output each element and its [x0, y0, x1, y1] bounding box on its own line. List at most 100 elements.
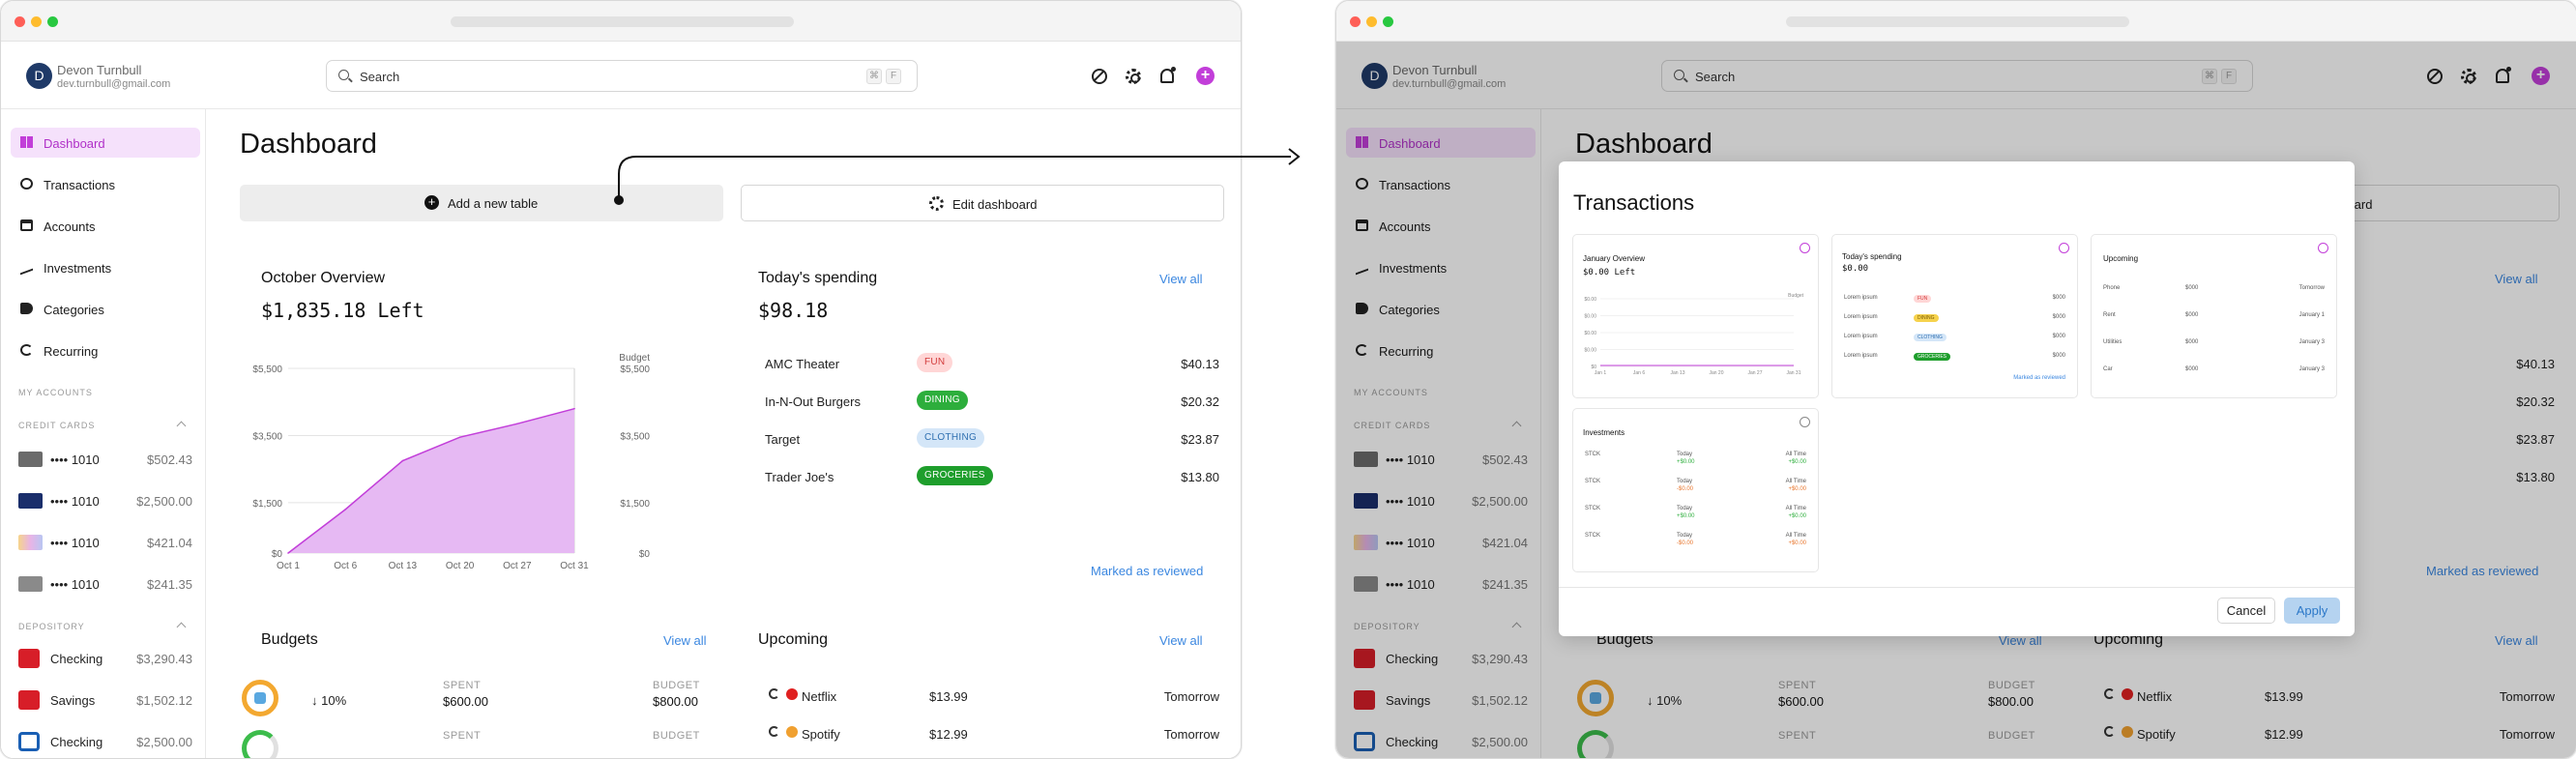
spending-row[interactable]: Trader Joe's GROCERIES $13.80	[765, 466, 1219, 487]
investments-table-option[interactable]: Investments STCK Today +$0.00 All Time +$0.0…	[1572, 408, 1819, 572]
sidebar-item-recurring[interactable]: Recurring	[11, 336, 200, 365]
credit-card-row[interactable]: •••• 1010 $421.04	[18, 532, 192, 553]
budget-row[interactable]: SPENT BUDGET	[242, 730, 699, 758]
option-title: Investments	[1583, 428, 1625, 437]
merchant-name: In-N-Out Burgers	[765, 394, 861, 409]
address-bar[interactable]	[1786, 16, 2129, 27]
upcoming-table-option[interactable]: Upcoming Phone $000 Tomorrow Rent $000 Janua…	[2091, 234, 2337, 398]
selected-check-icon[interactable]	[2059, 243, 2069, 253]
upcoming-title: Upcoming	[758, 631, 829, 648]
upcoming-view-all-link[interactable]: View all	[1159, 633, 1203, 648]
search-input[interactable]: Search ⌘ F	[326, 60, 918, 92]
user-name: Devon Turnbull	[57, 63, 142, 77]
budgets-view-all-link[interactable]: View all	[663, 633, 707, 648]
upcoming-row[interactable]: Netflix $13.99 Tomorrow	[765, 686, 1219, 707]
credit-card-row[interactable]: •••• 1010 $241.35	[18, 573, 192, 595]
deposit-account-row[interactable]: Checking $3,290.43	[18, 648, 192, 669]
card-thumbnail	[18, 576, 43, 592]
page-title: Dashboard	[240, 129, 377, 160]
mini-badge: GROCERIES	[1914, 353, 1951, 361]
sidebar-item-label: Transactions	[44, 178, 115, 192]
minimize-window-button[interactable]	[1366, 16, 1377, 27]
close-window-button[interactable]	[1350, 16, 1361, 27]
budget-label: BUDGET	[653, 730, 700, 742]
deposit-account-row[interactable]: Savings $1,502.12	[18, 689, 192, 711]
credit-card-row[interactable]: •••• 1010 $502.43	[18, 449, 192, 470]
data-point	[344, 509, 346, 511]
spending-title: Today's spending	[758, 270, 878, 286]
overview-table-option[interactable]: January Overview $0.00 Left $0.00 $0.00 $0…	[1572, 234, 1819, 398]
notifications-bell-icon[interactable]	[1160, 67, 1176, 83]
maximize-window-button[interactable]	[1383, 16, 1393, 27]
mini-alltime-value: +$0.00	[1788, 486, 1806, 492]
spending-row[interactable]: AMC Theater FUN $40.13	[765, 353, 1219, 374]
basketball-icon[interactable]	[1092, 69, 1107, 84]
apply-button[interactable]: Apply	[2284, 598, 2340, 624]
sidebar-item-transactions[interactable]: Transactions	[11, 169, 200, 199]
address-bar[interactable]	[451, 16, 794, 27]
mini-date: January 1	[2298, 312, 2325, 318]
cancel-button[interactable]: Cancel	[2217, 598, 2275, 624]
add-plus-icon[interactable]: +	[1196, 67, 1215, 85]
selected-check-icon[interactable]	[2318, 243, 2328, 253]
netflix-logo-icon	[786, 688, 798, 700]
spending-row[interactable]: In-N-Out Burgers DINING $20.32	[765, 391, 1219, 412]
category-badge[interactable]: FUN	[917, 353, 953, 372]
sidebar-item-accounts[interactable]: Accounts	[11, 211, 200, 241]
selected-check-icon[interactable]	[1800, 243, 1810, 253]
budget-row[interactable]: ↓ 10% SPENT $600.00 BUDGET $800.00	[242, 680, 699, 718]
edit-dashboard-button[interactable]: Edit dashboard	[741, 185, 1224, 221]
avatar[interactable]: D	[26, 63, 52, 89]
mini-amount: $000	[2185, 285, 2199, 291]
card-name: •••• 1010	[50, 577, 100, 592]
spending-table-option[interactable]: Today's spending $0.00 Lorem ipsum FUN $00…	[1831, 234, 2078, 398]
mini-today-value: +$0.00	[1677, 459, 1695, 465]
credit-card-row[interactable]: •••• 1010 $2,500.00	[18, 490, 192, 511]
maximize-window-button[interactable]	[47, 16, 58, 27]
sidebar-item-investments[interactable]: Investments	[11, 252, 200, 282]
edit-dashboard-label: Edit dashboard	[952, 197, 1038, 212]
mini-amount: $000	[2052, 353, 2065, 359]
spending-area	[288, 408, 574, 553]
minimize-window-button[interactable]	[31, 16, 42, 27]
chevron-up-icon[interactable]	[176, 421, 187, 431]
spending-view-all-link[interactable]: View all	[1159, 272, 1203, 286]
mini-spending-row: Lorem ipsum FUN $000	[1844, 295, 2065, 305]
marked-as-reviewed-link[interactable]: Marked as reviewed	[1091, 564, 1203, 578]
close-window-button[interactable]	[15, 16, 25, 27]
upcoming-row[interactable]: Spotify $12.99 Tomorrow	[765, 723, 1219, 744]
main-content: Dashboard + Add a new table Edit dashboar…	[207, 109, 1241, 758]
y-tick-label: $0	[272, 549, 283, 560]
mini-today-label: Today	[1677, 506, 1693, 511]
sidebar-item-label: Accounts	[44, 219, 96, 234]
x-tick-label: Oct 20	[446, 561, 475, 571]
credit-cards-heading: CREDIT CARDS	[18, 421, 96, 430]
spending-row[interactable]: Target CLOTHING $23.87	[765, 428, 1219, 450]
add-table-button[interactable]: + Add a new table	[240, 185, 723, 221]
mini-today-label: Today	[1677, 452, 1693, 457]
sidebar-item-dashboard[interactable]: Dashboard	[11, 128, 200, 158]
category-badge[interactable]: GROCERIES	[917, 466, 993, 485]
recurring-icon	[20, 344, 33, 356]
spending-amount-value: $20.32	[1181, 394, 1219, 409]
add-circle-icon[interactable]	[1800, 417, 1810, 427]
upcoming-amount: $13.99	[929, 689, 968, 704]
mini-name: Lorem ipsum	[1844, 334, 1878, 339]
right-tick-label: $0	[639, 549, 651, 560]
settings-gear-icon[interactable]	[1126, 69, 1141, 84]
sidebar-item-categories[interactable]: Categories	[11, 294, 200, 324]
arrow-head-icon	[1288, 148, 1301, 165]
category-badge[interactable]: CLOTHING	[917, 428, 985, 448]
mini-x-tick: Jan 1	[1595, 370, 1606, 376]
mini-name: Car	[2103, 366, 2113, 372]
mini-y-tick: $0.00	[1584, 348, 1596, 354]
mini-alltime-value: +$0.00	[1788, 540, 1806, 546]
category-badge[interactable]: DINING	[917, 391, 968, 410]
dashboard-window: D Devon Turnbull dev.turnbull@gmail.com …	[0, 0, 1242, 759]
chevron-up-icon[interactable]	[176, 622, 187, 632]
card-thumbnail	[18, 452, 43, 467]
upcoming-name: Netflix	[802, 689, 837, 704]
deposit-account-row[interactable]: Checking $2,500.00	[18, 731, 192, 752]
y-tick-label: $3,500	[252, 431, 282, 442]
mini-today-value: -$0.00	[1677, 486, 1694, 492]
